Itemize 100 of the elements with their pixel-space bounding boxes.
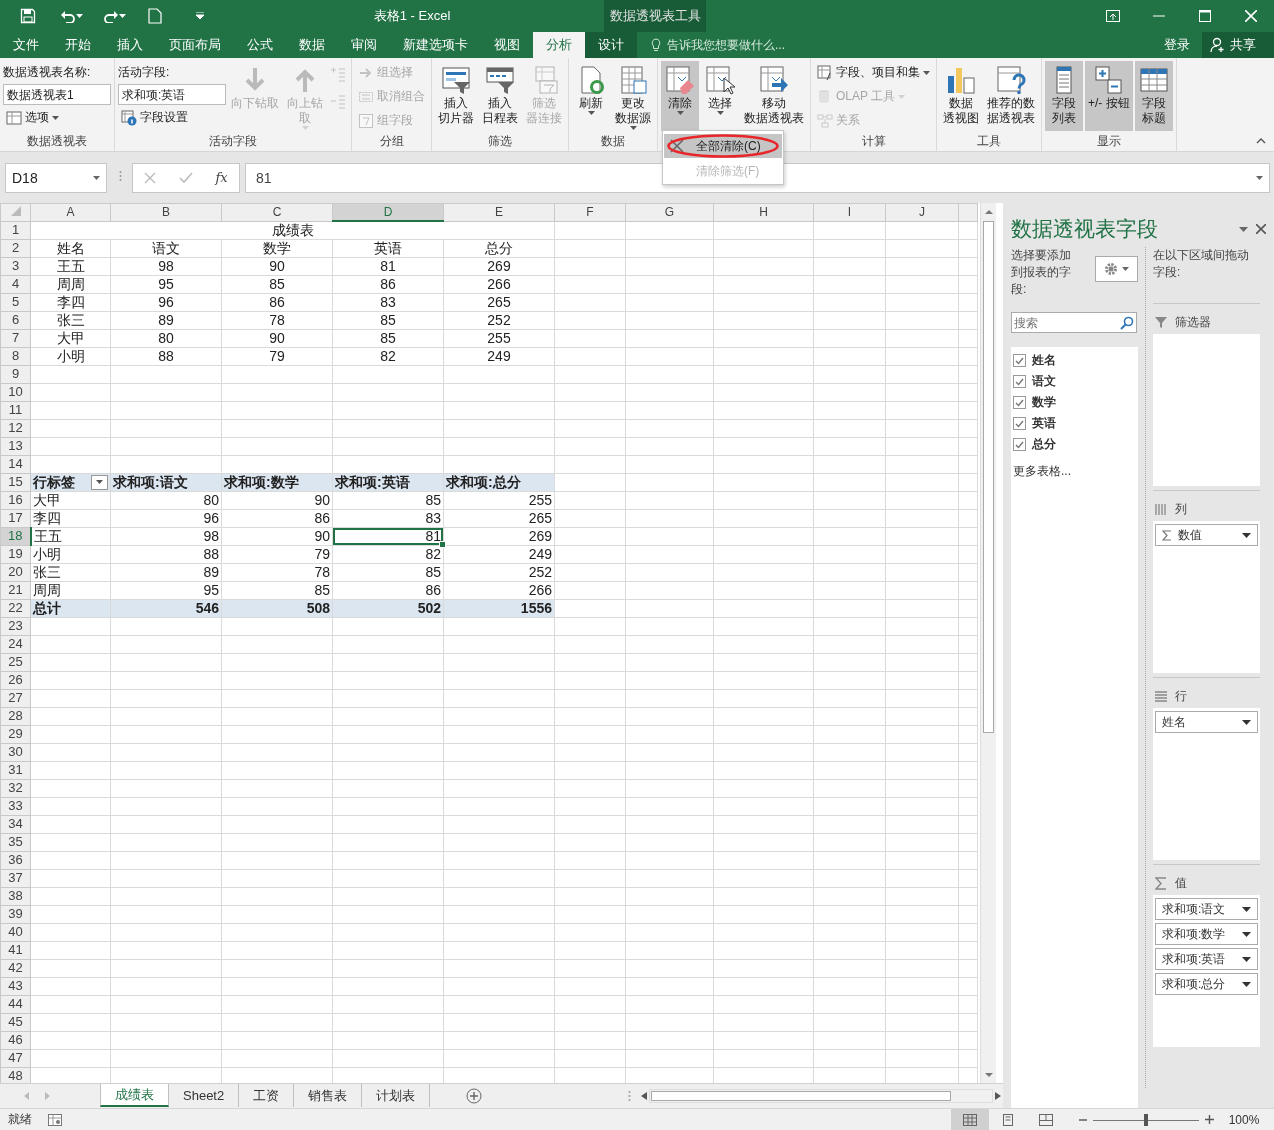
checkbox[interactable]	[1013, 417, 1026, 430]
gear-icon	[1103, 262, 1118, 276]
ribbon-button[interactable]: 插入 日程表	[479, 61, 521, 131]
checkbox[interactable]	[1013, 438, 1026, 451]
insert-function-button[interactable]: fx	[215, 170, 228, 185]
close-icon[interactable]	[1256, 224, 1266, 234]
column-header[interactable]: J	[885, 203, 959, 221]
sheet-tab[interactable]: 成绩表	[100, 1084, 169, 1107]
table-cell[interactable]: 265	[443, 509, 555, 527]
ribbon-tab[interactable]: 视图	[481, 32, 533, 58]
table-cell[interactable]: 90	[221, 527, 333, 545]
column-header[interactable]: H	[713, 203, 814, 221]
ribbon-tab[interactable]: 分析	[533, 32, 585, 58]
collapse-ribbon-icon[interactable]	[1256, 138, 1266, 144]
ribbon-button[interactable]: 选择	[701, 61, 739, 131]
more-tables-link[interactable]: 更多表格...	[1013, 463, 1136, 480]
ribbon-tab[interactable]: 开始	[52, 32, 104, 58]
text-field[interactable]: 数据透视表1	[3, 84, 111, 105]
table-cell[interactable]: 86	[332, 581, 444, 599]
checkbox[interactable]	[1013, 354, 1026, 367]
name-box[interactable]: D18	[5, 162, 107, 193]
sheet-tab[interactable]: 销售表	[294, 1084, 363, 1107]
table-cell[interactable]: 95	[110, 581, 222, 599]
zoom-out-icon[interactable]	[1079, 1118, 1087, 1121]
ribbon-tab[interactable]: 页面布局	[156, 32, 234, 58]
table-cell[interactable]: 79	[221, 545, 333, 563]
ribbon-tab[interactable]: 公式	[234, 32, 286, 58]
table-cell[interactable]: 78	[221, 563, 333, 581]
ribbon-button[interactable]: 字段、项目和集	[814, 61, 933, 84]
table-cell: 255	[443, 329, 555, 347]
ribbon-button[interactable]: 字段设置	[118, 106, 226, 129]
ribbon-tab[interactable]: 插入	[104, 32, 156, 58]
sign-in-link[interactable]: 登录	[1152, 32, 1202, 58]
macro-record-icon[interactable]	[48, 1113, 62, 1126]
ribbon-tab[interactable]: 文件	[0, 32, 52, 58]
table-cell[interactable]: 88	[110, 545, 222, 563]
column-header[interactable]: E	[443, 203, 555, 221]
settings-button[interactable]	[1094, 256, 1138, 282]
ribbon-button[interactable]: 数据 透视图	[940, 61, 982, 131]
zoom-in-icon[interactable]	[1205, 1115, 1214, 1124]
search-field[interactable]: 搜索	[1011, 312, 1137, 333]
ribbon-button[interactable]: 刷新	[572, 61, 610, 131]
table-cell[interactable]: 85	[332, 563, 444, 581]
column-header[interactable]: B	[110, 203, 222, 221]
sheet-tab[interactable]: Sheet2	[169, 1084, 240, 1107]
table-cell[interactable]: 96	[110, 509, 222, 527]
search-field[interactable]: 告诉我您想要做什么...	[665, 37, 865, 53]
ribbon-button[interactable]: 字段 标题	[1134, 61, 1173, 131]
ribbon-tab[interactable]: 新建选项卡	[390, 32, 481, 58]
ribbon-button[interactable]: 清除	[661, 61, 699, 131]
column-header[interactable]: F	[554, 203, 626, 221]
ribbon-tab[interactable]: 数据	[286, 32, 338, 58]
text-field[interactable]: 求和项:英语	[118, 84, 226, 105]
zoom-slider[interactable]	[1093, 1112, 1199, 1127]
column-header[interactable]: A	[30, 203, 111, 221]
ribbon-button[interactable]: 选项	[3, 106, 111, 129]
table-cell[interactable]: 266	[443, 581, 555, 599]
column-header[interactable]: G	[625, 203, 714, 221]
ribbon-button[interactable]: 推荐的数 据透视表	[984, 61, 1038, 131]
scrollbar-thumb[interactable]	[983, 221, 994, 733]
table-cell[interactable]: 82	[332, 545, 444, 563]
table-cell[interactable]: 269	[443, 527, 555, 545]
table-cell[interactable]: 85	[332, 491, 444, 509]
share-button[interactable]: 共享	[1202, 32, 1274, 58]
checkbox[interactable]	[1013, 396, 1026, 409]
caret-icon[interactable]	[1239, 226, 1248, 232]
table-cell[interactable]: 85	[221, 581, 333, 599]
field-chip[interactable]: 求和项:英语	[1155, 948, 1258, 970]
field-chip[interactable]: 姓名	[1155, 711, 1258, 733]
new-document-icon[interactable]	[146, 5, 164, 27]
ribbon-button[interactable]: 插入 切片器	[435, 61, 477, 131]
column-header[interactable]: D	[332, 203, 444, 221]
field-chip[interactable]: 数值	[1155, 524, 1258, 546]
table-cell[interactable]: 86	[221, 509, 333, 527]
column-header[interactable]: I	[813, 203, 886, 221]
ribbon-tab[interactable]: 设计	[585, 32, 637, 58]
field-chip[interactable]: 求和项:语文	[1155, 898, 1258, 920]
table-cell[interactable]: 80	[110, 491, 222, 509]
table-cell[interactable]: 90	[221, 491, 333, 509]
field-chip[interactable]: 求和项:总分	[1155, 973, 1258, 995]
scrollbar-thumb[interactable]	[651, 1091, 952, 1101]
sheet-tab[interactable]: 计划表	[362, 1084, 431, 1107]
normal-view-icon[interactable]	[951, 1109, 989, 1130]
table-cell[interactable]: 89	[110, 563, 222, 581]
checkbox[interactable]	[1013, 375, 1026, 388]
ribbon-button[interactable]: 更改 数据源	[612, 61, 654, 131]
sheet-tab[interactable]: 工资	[239, 1084, 295, 1107]
filter-dropdown-button[interactable]	[91, 474, 108, 490]
ribbon-button[interactable]: +/- 按钮	[1085, 61, 1133, 131]
table-cell[interactable]: 83	[332, 509, 444, 527]
ribbon-button[interactable]: 移动 数据透视表	[741, 61, 807, 131]
ribbon-tab[interactable]: 审阅	[338, 32, 390, 58]
table-cell[interactable]: 249	[443, 545, 555, 563]
column-header[interactable]: C	[221, 203, 333, 221]
table-cell[interactable]: 81	[332, 527, 444, 545]
table-cell[interactable]: 98	[110, 527, 222, 545]
table-cell[interactable]: 255	[443, 491, 555, 509]
field-chip[interactable]: 求和项:数学	[1155, 923, 1258, 945]
ribbon-button[interactable]: 字段 列表	[1045, 61, 1083, 131]
table-cell[interactable]: 252	[443, 563, 555, 581]
